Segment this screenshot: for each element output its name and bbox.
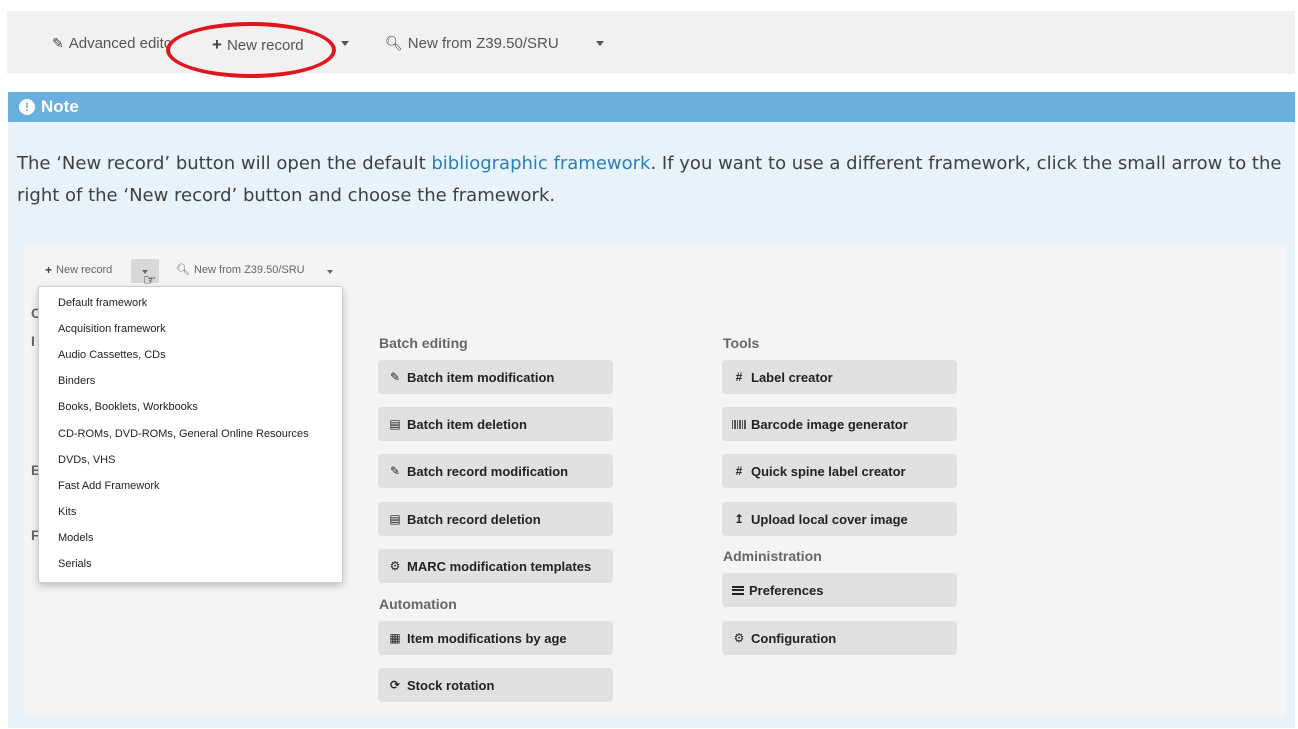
dropdown-item[interactable]: DVDs, VHS [58,454,115,466]
dropdown-item[interactable]: Serials [58,558,92,570]
note-title: Note [41,97,79,116]
gear-icon: ⚙ [389,559,401,573]
hash-icon: # [735,464,743,478]
button-label: Preferences [749,582,824,598]
button-label: Stock rotation [407,677,495,693]
highlight-ellipse [166,22,336,78]
button-label: Batch item modification [407,369,555,385]
button-label: Label creator [751,369,833,385]
advanced-editor-label: Advanced edito [68,35,173,52]
note-text: The ‘New record’ button will open the de… [17,148,1282,212]
inner-new-from-z3950-button[interactable]: 🔍︎ New from Z39.50/SRU [176,263,305,277]
batch-record-modification-button[interactable]: ✎ Batch record modification [378,454,613,488]
preferences-button[interactable]: Preferences [722,573,957,607]
label-creator-button[interactable]: # Label creator [722,360,957,394]
button-label: Quick spine label creator [751,463,906,479]
upload-icon: ↥ [733,512,745,526]
dropdown-item[interactable]: Default framework [58,297,147,309]
barcode-image-generator-button[interactable]: Barcode image generator [722,407,957,441]
button-label: Upload local cover image [751,511,908,527]
chevron-down-icon [341,41,349,46]
button-label: Batch item deletion [407,416,527,432]
inner-new-record-button[interactable]: + New record [45,263,112,277]
list-icon [732,585,744,595]
barcode-icon [732,419,746,429]
hidden-heading-stub: I [31,333,35,349]
gears-icon: ⚙ [733,631,745,645]
new-from-z3950-label: New from Z39.50/SRU [407,35,559,52]
button-label: MARC modification templates [407,558,592,574]
marc-modification-templates-button[interactable]: ⚙ MARC modification templates [378,549,613,583]
dropdown-item[interactable]: Books, Booklets, Workbooks [58,401,198,413]
tools-heading: Tools [723,335,760,351]
note-header: ! Note [8,92,1295,122]
trash-icon: ▤ [389,512,401,526]
administration-heading: Administration [723,548,822,564]
framework-dropdown-menu: Default framework Acquisition framework … [38,286,343,583]
exclamation-icon: ! [19,99,35,115]
inner-z3950-caret[interactable] [327,270,333,274]
upload-local-cover-image-button[interactable]: ↥ Upload local cover image [722,502,957,536]
note-text-before: The ‘New record’ button will open the de… [17,153,432,174]
pencil-icon: ✎ [389,464,401,478]
batch-item-deletion-button[interactable]: ▤ Batch item deletion [378,407,613,441]
pencil-icon: ✎ [389,370,401,384]
pencil-icon: ✎ [52,35,64,51]
quick-spine-label-creator-button[interactable]: # Quick spine label creator [722,454,957,488]
advanced-editor-button[interactable]: ✎ Advanced edito [52,35,172,52]
dropdown-item[interactable]: Audio Cassettes, CDs [58,349,166,361]
trash-icon: ▤ [389,417,401,431]
item-modifications-by-age-button[interactable]: ▦ Item modifications by age [378,621,613,655]
button-label: Batch record modification [407,463,569,479]
dropdown-item[interactable]: Acquisition framework [58,323,166,335]
button-label: Batch record deletion [407,511,541,527]
batch-editing-heading: Batch editing [379,335,468,351]
button-label: Barcode image generator [751,416,908,432]
dropdown-item[interactable]: Models [58,532,93,544]
inner-new-from-z3950-label: New from Z39.50/SRU [193,263,305,276]
chevron-down-icon [327,270,333,274]
new-from-z3950-button[interactable]: 🔍︎ New from Z39.50/SRU [385,35,559,52]
plus-icon: + [45,263,53,277]
chevron-down-icon [596,41,604,46]
dropdown-item[interactable]: Fast Add Framework [58,480,159,492]
dropdown-item[interactable]: CD-ROMs, DVD-ROMs, General Online Resour… [58,428,309,440]
bibliographic-framework-link[interactable]: bibliographic framework [431,153,650,174]
calendar-icon: ▦ [389,631,401,645]
search-icon: 🔍︎ [385,35,403,51]
button-label: Item modifications by age [407,630,567,646]
inner-new-record-label: New record [56,264,113,276]
z3950-caret-button[interactable] [596,41,604,46]
button-label: Configuration [751,630,837,646]
hash-icon: # [735,370,743,384]
batch-record-deletion-button[interactable]: ▤ Batch record deletion [378,502,613,536]
batch-item-modification-button[interactable]: ✎ Batch item modification [378,360,613,394]
stock-rotation-button[interactable]: ⟳ Stock rotation [378,668,613,702]
dropdown-item[interactable]: Binders [58,375,95,387]
new-record-caret-button[interactable] [341,41,349,46]
refresh-icon: ⟳ [389,678,401,692]
configuration-button[interactable]: ⚙ Configuration [722,621,957,655]
dropdown-item[interactable]: Kits [58,506,76,518]
automation-heading: Automation [379,596,457,612]
page: ✎ Advanced edito + New record 🔍︎ New fro… [0,0,1298,729]
search-icon: 🔍︎ [176,264,190,276]
